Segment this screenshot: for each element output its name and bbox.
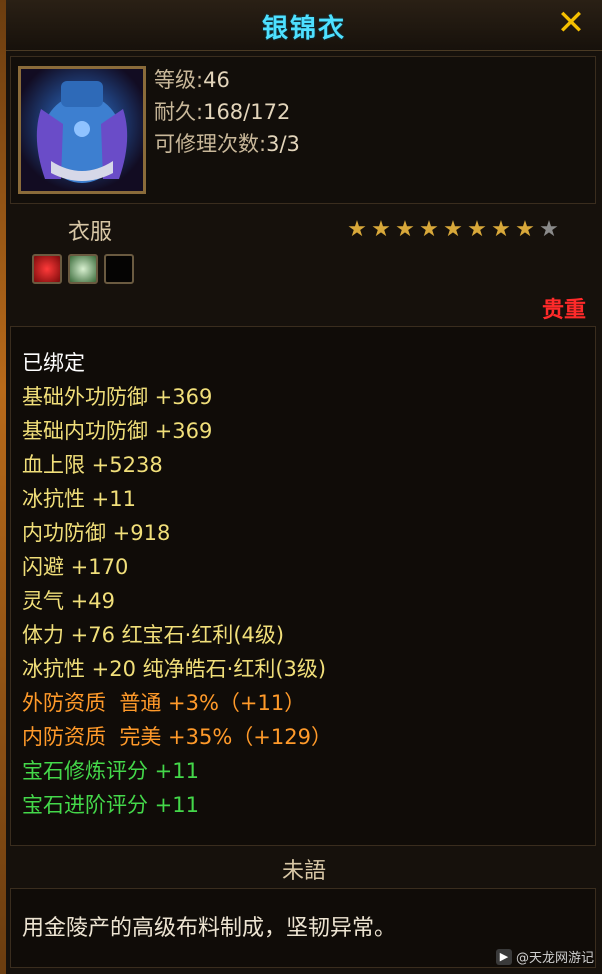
- attribute-row: 已绑定: [22, 351, 85, 375]
- durability-label: 耐久:: [154, 100, 204, 124]
- attribute-row: 冰抗性 +20 纯净皓石·红利(3级): [22, 657, 327, 681]
- item-category: 衣服: [68, 220, 113, 245]
- empty-socket-icon[interactable]: [104, 254, 134, 284]
- star-empty-icon: ★: [539, 217, 559, 242]
- star-filled-icon: ★: [515, 217, 535, 242]
- level-value: 46: [203, 68, 230, 92]
- attribute-row: 宝石修炼评分 +11: [22, 759, 199, 783]
- repair-count-row: 可修理次数:3/3: [154, 128, 300, 160]
- green-gem-icon[interactable]: [68, 254, 98, 284]
- star-filled-icon: ★: [371, 217, 391, 242]
- attribute-row: 基础内功防御 +369: [22, 419, 213, 443]
- description-text: 用金陵产的高级布料制成，坚韧异常。: [22, 916, 397, 941]
- window-edge: [0, 0, 6, 974]
- star-filled-icon: ★: [347, 217, 367, 242]
- item-basic-stats: 等级:46 耐久:168/172 可修理次数:3/3: [154, 64, 300, 160]
- star-filled-icon: ★: [467, 217, 487, 242]
- watermark: ▶ @天龙网游记: [495, 947, 594, 966]
- star-filled-icon: ★: [491, 217, 511, 242]
- red-gem-icon[interactable]: [32, 254, 62, 284]
- attribute-list: 已绑定基础外功防御 +369 基础内功防御 +369 血上限 +5238 冰抗性 +1…: [22, 346, 332, 822]
- close-icon[interactable]: ✕: [554, 6, 588, 40]
- armor-item-icon: [18, 66, 146, 194]
- attribute-row: 宝石进阶评分 +11: [22, 793, 199, 817]
- star-filled-icon: ★: [395, 217, 415, 242]
- attribute-row: 血上限 +5238: [22, 453, 163, 477]
- attribute-row: 内防资质 完美 +35%（+129）: [22, 725, 332, 749]
- durability-value: 168/172: [203, 100, 291, 124]
- rarity-badge: 贵重: [541, 298, 586, 323]
- star-filled-icon: ★: [419, 217, 439, 242]
- attribute-row: 冰抗性 +11: [22, 487, 136, 511]
- level-row: 等级:46: [154, 64, 300, 96]
- attribute-row: 体力 +76 红宝石·红利(4级): [22, 623, 285, 647]
- title-bar: 银锦衣 ✕: [6, 0, 602, 51]
- durability-row: 耐久:168/172: [154, 96, 300, 128]
- attribute-row: 基础外功防御 +369: [22, 385, 213, 409]
- repair-label: 可修理次数:: [154, 132, 267, 156]
- watermark-logo-icon: ▶: [495, 948, 512, 965]
- star-rating: ★ ★ ★ ★ ★ ★ ★ ★ ★: [346, 218, 560, 242]
- description-header: 未語: [281, 859, 326, 884]
- star-filled-icon: ★: [443, 217, 463, 242]
- attribute-row: 灵气 +49: [22, 589, 115, 613]
- watermark-text: @天龙网游记: [515, 951, 594, 966]
- repair-value: 3/3: [266, 132, 300, 156]
- attribute-row: 内功防御 +918: [22, 521, 171, 545]
- gem-sockets: [32, 254, 134, 284]
- level-label: 等级:: [154, 68, 204, 92]
- item-name-title: 银锦衣: [261, 14, 346, 44]
- attribute-row: 外防资质 普通 +3%（+11）: [22, 691, 306, 715]
- attribute-row: 闪避 +170: [22, 555, 129, 579]
